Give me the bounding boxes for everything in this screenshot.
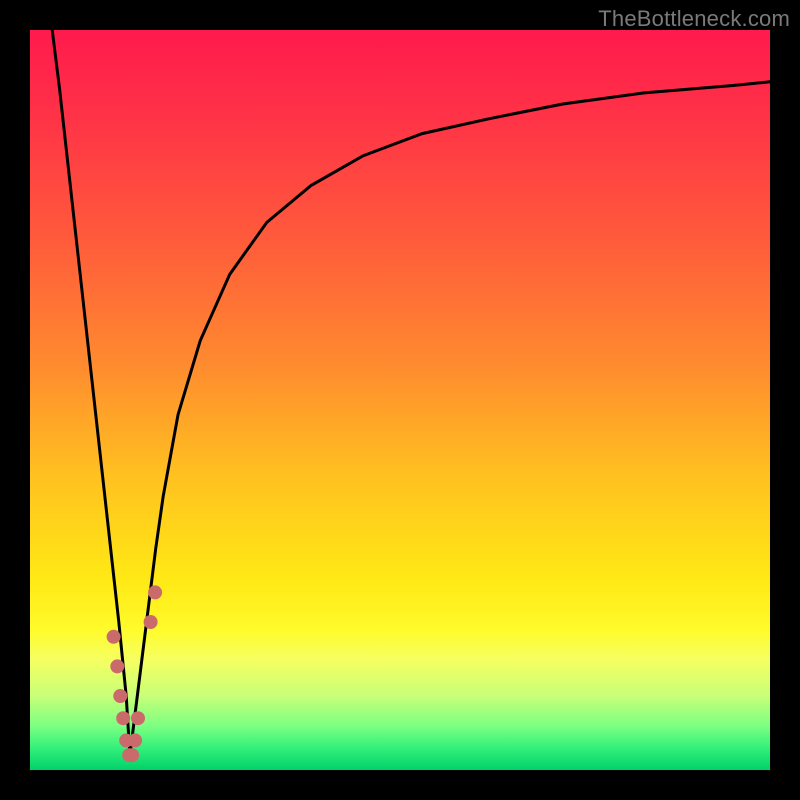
curve-layer bbox=[30, 30, 770, 770]
bottleneck-curve-right bbox=[130, 82, 770, 755]
data-marker bbox=[125, 748, 139, 762]
data-markers bbox=[107, 585, 163, 762]
bottleneck-curve-left bbox=[52, 30, 130, 755]
data-marker bbox=[107, 630, 121, 644]
data-marker bbox=[128, 733, 142, 747]
data-marker bbox=[144, 615, 158, 629]
data-marker bbox=[113, 689, 127, 703]
data-marker bbox=[148, 585, 162, 599]
data-marker bbox=[110, 659, 124, 673]
data-marker bbox=[116, 711, 130, 725]
watermark-label: TheBottleneck.com bbox=[598, 6, 790, 32]
data-marker bbox=[131, 711, 145, 725]
plot-area bbox=[30, 30, 770, 770]
chart-frame: TheBottleneck.com bbox=[0, 0, 800, 800]
